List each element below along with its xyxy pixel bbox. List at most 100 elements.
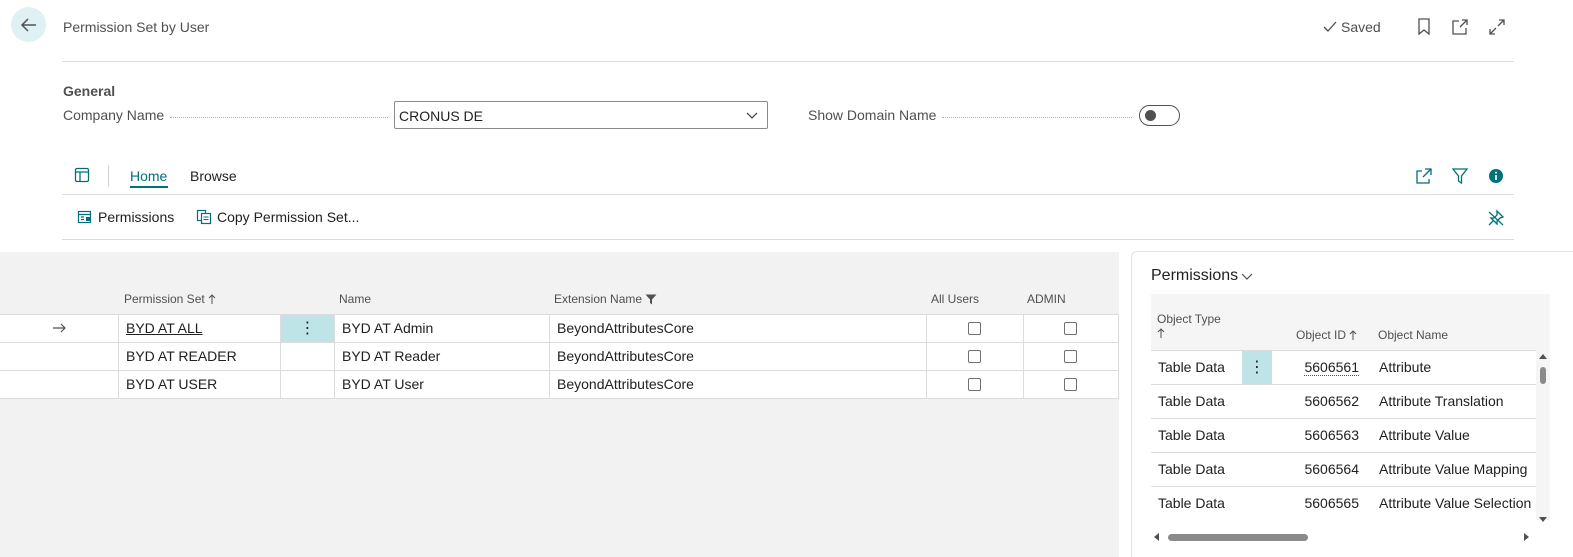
toggle-knob bbox=[1145, 110, 1156, 121]
company-name-value: CRONUS DE bbox=[399, 108, 484, 124]
all-users-cell bbox=[926, 315, 1023, 342]
permission-set-link[interactable]: BYD AT ALL bbox=[126, 320, 203, 336]
label-dots bbox=[170, 116, 389, 118]
page: Permission Set by User Saved General Com… bbox=[0, 0, 1573, 557]
object-type-cell: Table Data bbox=[1158, 495, 1225, 511]
column-header-all-users[interactable]: All Users bbox=[931, 292, 979, 306]
chevron-down-icon bbox=[1241, 273, 1253, 280]
name-cell: BYD AT User bbox=[334, 371, 549, 398]
name-cell: BYD AT Admin bbox=[334, 315, 549, 342]
tab-home-underline bbox=[130, 186, 168, 188]
table-row[interactable]: Table Data 5606565 Attribute Value Selec… bbox=[1151, 487, 1536, 520]
object-id-cell[interactable]: 5606561 bbox=[1272, 351, 1360, 384]
saved-label: Saved bbox=[1341, 19, 1381, 35]
scrollbar-graphic bbox=[1539, 354, 1547, 522]
company-name-label-text: Company Name bbox=[63, 107, 165, 123]
object-id-cell: 5606565 bbox=[1304, 495, 1359, 511]
filter-icon bbox=[1451, 168, 1469, 185]
object-type-cell: Table Data bbox=[1158, 359, 1225, 375]
saved-status: Saved bbox=[1323, 19, 1381, 35]
info-button[interactable] bbox=[1486, 166, 1506, 186]
row-indicator bbox=[0, 315, 118, 342]
object-name-cell: Attribute Value Selection bbox=[1379, 495, 1532, 511]
object-id-cell: 5606564 bbox=[1304, 461, 1359, 477]
pin-action-bar-button[interactable] bbox=[1486, 208, 1506, 228]
permission-set-cell[interactable]: BYD AT READER bbox=[118, 343, 280, 370]
column-header-object-name[interactable]: Object Name bbox=[1378, 328, 1448, 342]
show-details-button[interactable] bbox=[73, 166, 91, 184]
sort-ascending-icon bbox=[1157, 328, 1165, 338]
permission-set-cell[interactable]: BYD AT USER bbox=[118, 371, 280, 398]
expand-button[interactable] bbox=[1487, 17, 1507, 37]
row-indicator bbox=[0, 371, 118, 398]
all-users-checkbox[interactable] bbox=[968, 350, 981, 363]
tab-home[interactable]: Home bbox=[130, 168, 167, 184]
admin-checkbox[interactable] bbox=[1064, 350, 1077, 363]
column-header-object-type-label: Object Type bbox=[1157, 312, 1221, 326]
table-row[interactable]: BYD AT ALL ⋮ BYD AT Admin BeyondAttribut… bbox=[0, 315, 1119, 343]
general-section-title: General bbox=[63, 83, 116, 99]
show-domain-name-toggle[interactable] bbox=[1139, 105, 1180, 126]
factbox-title[interactable]: Permissions bbox=[1151, 267, 1253, 285]
table-row[interactable]: Table Data ⋮ 5606561 Attribute bbox=[1151, 351, 1536, 385]
chevron-down-icon bbox=[745, 108, 759, 125]
factbox-vertical-scrollbar[interactable] bbox=[1537, 352, 1549, 522]
factbox-rows: Table Data ⋮ 5606561 Attribute Table Dat… bbox=[1151, 350, 1536, 520]
company-name-label: Company Name bbox=[63, 107, 389, 123]
column-header-permission-set-label: Permission Set bbox=[124, 292, 205, 306]
row-actions-cell bbox=[280, 371, 334, 398]
info-icon bbox=[1489, 169, 1503, 183]
copy-permission-set-label: Copy Permission Set... bbox=[217, 209, 360, 225]
column-header-object-id[interactable]: Object ID bbox=[1296, 328, 1357, 342]
filter-button[interactable] bbox=[1450, 166, 1470, 186]
arrow-right-icon bbox=[53, 323, 66, 333]
share-icon bbox=[1416, 168, 1432, 184]
table-row[interactable]: BYD AT USER BYD AT User BeyondAttributes… bbox=[0, 371, 1119, 399]
open-new-window-button[interactable] bbox=[1450, 17, 1470, 37]
name-cell: BYD AT Reader bbox=[334, 343, 549, 370]
tab-browse[interactable]: Browse bbox=[190, 168, 237, 184]
all-users-checkbox[interactable] bbox=[968, 378, 981, 391]
factbox-horizontal-scrollbar[interactable] bbox=[1151, 530, 1536, 544]
extension-name-cell: BeyondAttributesCore bbox=[549, 343, 926, 370]
row-actions-button[interactable]: ⋮ bbox=[1242, 351, 1272, 384]
permissions-action-label: Permissions bbox=[98, 209, 175, 225]
scrollbar-graphic bbox=[1154, 533, 1529, 541]
permissions-action[interactable]: Permissions bbox=[77, 209, 174, 225]
back-button[interactable] bbox=[11, 7, 46, 42]
all-users-cell bbox=[926, 343, 1023, 370]
copy-permission-set-action[interactable]: Copy Permission Set... bbox=[196, 209, 359, 225]
sort-ascending-icon bbox=[208, 293, 216, 304]
column-header-object-type[interactable]: Object Type bbox=[1157, 312, 1221, 342]
object-name-cell: Attribute Value Mapping bbox=[1379, 461, 1528, 477]
all-users-cell bbox=[926, 371, 1023, 398]
permission-set-rows: BYD AT ALL ⋮ BYD AT Admin BeyondAttribut… bbox=[0, 314, 1119, 399]
column-header-name[interactable]: Name bbox=[339, 292, 371, 306]
permission-set-cell[interactable]: BYD AT ALL bbox=[118, 315, 280, 342]
all-users-checkbox[interactable] bbox=[968, 322, 981, 335]
admin-checkbox[interactable] bbox=[1064, 322, 1077, 335]
object-type-cell: Table Data bbox=[1158, 461, 1225, 477]
object-id-cell: 5606562 bbox=[1304, 393, 1359, 409]
bookmark-button[interactable] bbox=[1414, 17, 1434, 37]
table-row[interactable]: Table Data 5606563 Attribute Value bbox=[1151, 419, 1536, 453]
share-button[interactable] bbox=[1414, 166, 1434, 186]
row-actions-button[interactable]: ⋮ bbox=[280, 315, 334, 342]
column-header-object-id-label: Object ID bbox=[1296, 328, 1347, 342]
object-name-cell: Attribute Value bbox=[1379, 427, 1470, 443]
table-row[interactable]: BYD AT READER BYD AT Reader BeyondAttrib… bbox=[0, 343, 1119, 371]
admin-checkbox[interactable] bbox=[1064, 378, 1077, 391]
table-row[interactable]: Table Data 5606562 Attribute Translation bbox=[1151, 385, 1536, 419]
admin-cell bbox=[1023, 371, 1119, 398]
column-header-admin[interactable]: ADMIN bbox=[1027, 292, 1066, 306]
company-name-select[interactable]: CRONUS DE bbox=[394, 101, 768, 129]
permissions-icon bbox=[77, 210, 92, 224]
action-bar-bottom-divider bbox=[62, 239, 1514, 240]
object-id-value: 5606561 bbox=[1304, 359, 1359, 376]
extension-name-cell: BeyondAttributesCore bbox=[549, 315, 926, 342]
filter-applied-icon bbox=[645, 294, 657, 304]
table-row[interactable]: Table Data 5606564 Attribute Value Mappi… bbox=[1151, 453, 1536, 487]
column-header-permission-set[interactable]: Permission Set bbox=[124, 292, 216, 306]
factbox-table: Object Type Object ID Object Name Table … bbox=[1151, 294, 1550, 520]
column-header-extension-name[interactable]: Extension Name bbox=[554, 292, 657, 306]
